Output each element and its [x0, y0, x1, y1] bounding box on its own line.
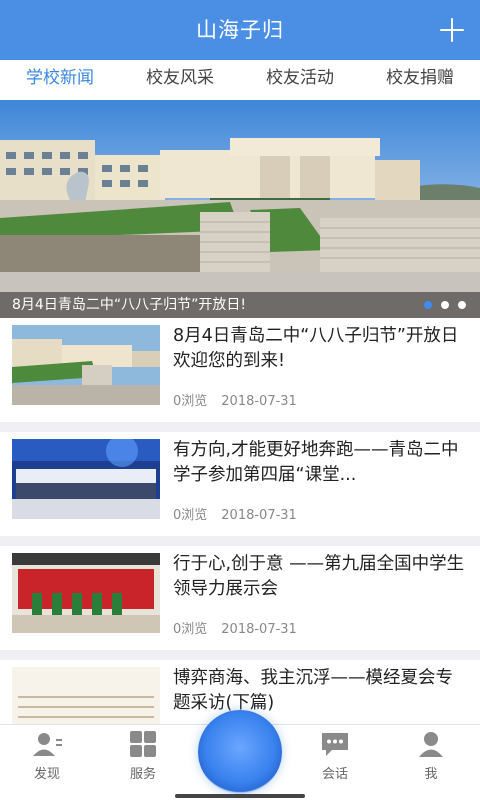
view-count: 0浏览: [173, 394, 208, 409]
center-action-button[interactable]: [198, 710, 282, 794]
tab-alumni-donations[interactable]: 校友捐赠: [360, 60, 480, 100]
nav-me-label: 我: [424, 767, 438, 782]
category-tabs: 学校新闻 校友风采 校友活动 校友捐赠: [0, 60, 480, 100]
news-meta: 0浏览 2018-07-31: [173, 504, 297, 523]
list-item[interactable]: 行于心,创于意 ——第九届全国中学生领导力展示会 0浏览 2018-07-31: [0, 546, 480, 650]
user-icon: [416, 731, 446, 757]
nav-me[interactable]: 我: [396, 731, 466, 782]
banner-caption: 8月4日青岛二中“八八子归节”开放日!: [0, 292, 480, 318]
carousel-indicator: [424, 301, 466, 309]
nav-discover[interactable]: 发现: [12, 731, 82, 782]
banner-image: [0, 100, 480, 318]
list-item[interactable]: 8月4日青岛二中“八八子归节”开放日欢迎您的到来! 0浏览 2018-07-31: [0, 318, 480, 422]
publish-date: 2018-07-31: [221, 622, 297, 637]
view-count: 0浏览: [173, 622, 208, 637]
news-headline: 有方向,才能更好地奔跑——青岛二中学子参加第四届“课堂...: [173, 440, 459, 485]
banner-carousel[interactable]: 8月4日青岛二中“八八子归节”开放日!: [0, 100, 480, 318]
news-thumbnail: [12, 439, 160, 519]
tab-alumni-profiles[interactable]: 校友风采: [120, 60, 240, 100]
chat-bubble-icon: [320, 731, 350, 757]
publish-date: 2018-07-31: [221, 508, 297, 523]
news-thumbnail: [12, 325, 160, 405]
tab-alumni-activities[interactable]: 校友活动: [240, 60, 360, 100]
app-title: 山海子归: [196, 18, 284, 42]
news-meta: 0浏览 2018-07-31: [173, 390, 297, 409]
news-headline: 8月4日青岛二中“八八子归节”开放日欢迎您的到来!: [173, 326, 459, 371]
nav-service-label: 服务: [129, 767, 156, 782]
news-thumbnail: [12, 553, 160, 633]
title-bar: 山海子归: [0, 0, 480, 60]
nav-service[interactable]: 服务: [108, 731, 178, 782]
news-headline: 行于心,创于意 ——第九届全国中学生领导力展示会: [173, 554, 465, 599]
carousel-dot[interactable]: [458, 301, 466, 309]
news-headline: 博弈商海、我主沉浮——模经夏会专题采访(下篇): [173, 668, 453, 713]
publish-date: 2018-07-31: [221, 394, 297, 409]
nav-chat[interactable]: 会话: [300, 731, 370, 782]
person-list-icon: [32, 731, 62, 757]
nav-chat-label: 会话: [321, 767, 348, 782]
news-list: 8月4日青岛二中“八八子归节”开放日欢迎您的到来! 0浏览 2018-07-31 …: [0, 318, 480, 774]
carousel-dot[interactable]: [441, 301, 449, 309]
list-item[interactable]: 有方向,才能更好地奔跑——青岛二中学子参加第四届“课堂... 0浏览 2018-0…: [0, 432, 480, 536]
tab-school-news[interactable]: 学校新闻: [0, 60, 120, 100]
nav-discover-label: 发现: [33, 767, 60, 782]
add-icon[interactable]: [440, 18, 464, 42]
news-meta: 0浏览 2018-07-31: [173, 618, 297, 637]
home-indicator: [175, 794, 305, 798]
view-count: 0浏览: [173, 508, 208, 523]
carousel-dot[interactable]: [424, 301, 432, 309]
grid-icon: [128, 731, 158, 757]
